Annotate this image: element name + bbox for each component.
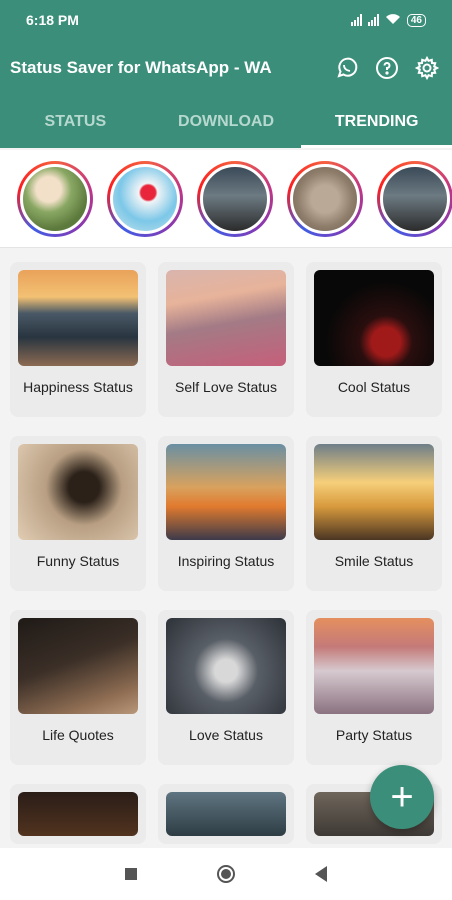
category-card-inspiring[interactable]: Inspiring Status bbox=[158, 436, 294, 591]
tab-status[interactable]: STATUS bbox=[0, 96, 151, 148]
category-card-partial-1[interactable] bbox=[10, 784, 146, 844]
app-title: Status Saver for WhatsApp - WA bbox=[10, 58, 272, 77]
story-3[interactable] bbox=[197, 160, 273, 237]
category-thumbnail bbox=[18, 270, 138, 366]
category-thumbnail bbox=[166, 444, 286, 540]
category-thumbnail bbox=[166, 792, 286, 836]
category-thumbnail bbox=[18, 792, 138, 836]
category-label: Love Status bbox=[189, 727, 263, 743]
category-grid: Happiness Status Self Love Status Cool S… bbox=[10, 262, 442, 844]
category-card-life-quotes[interactable]: Life Quotes bbox=[10, 610, 146, 765]
help-icon[interactable] bbox=[374, 55, 400, 81]
tab-bar: STATUS DOWNLOAD TRENDING bbox=[0, 96, 452, 148]
category-label: Life Quotes bbox=[42, 727, 114, 743]
category-thumbnail bbox=[166, 270, 286, 366]
category-card-self-love[interactable]: Self Love Status bbox=[158, 262, 294, 417]
category-thumbnail bbox=[314, 444, 434, 540]
home-icon[interactable] bbox=[217, 865, 235, 883]
category-label: Happiness Status bbox=[23, 379, 133, 395]
story-1[interactable] bbox=[17, 160, 93, 237]
stories-row bbox=[0, 150, 452, 248]
story-5[interactable] bbox=[377, 160, 452, 237]
category-thumbnail bbox=[18, 444, 138, 540]
recents-icon[interactable] bbox=[125, 868, 137, 880]
add-button[interactable]: + bbox=[370, 765, 434, 829]
category-thumbnail bbox=[166, 618, 286, 714]
back-icon[interactable] bbox=[315, 866, 327, 882]
category-thumbnail bbox=[314, 618, 434, 714]
settings-icon[interactable] bbox=[414, 55, 440, 81]
category-label: Party Status bbox=[335, 727, 413, 743]
category-label: Self Love Status bbox=[175, 379, 277, 395]
category-label: Funny Status bbox=[36, 553, 120, 569]
signal-icon bbox=[350, 14, 362, 26]
category-label: Smile Status bbox=[334, 553, 414, 569]
system-icons: 46 bbox=[350, 12, 426, 28]
battery-level: 46 bbox=[406, 13, 426, 27]
system-nav-bar bbox=[0, 848, 452, 900]
story-4[interactable] bbox=[287, 160, 363, 237]
category-label: Inspiring Status bbox=[177, 553, 275, 569]
category-card-smile[interactable]: Smile Status bbox=[306, 436, 442, 591]
status-time: 6:18 PM bbox=[26, 12, 79, 28]
story-2[interactable] bbox=[107, 160, 183, 237]
wifi-icon bbox=[385, 12, 401, 28]
category-card-happiness[interactable]: Happiness Status bbox=[10, 262, 146, 417]
category-thumbnail bbox=[314, 270, 434, 366]
category-card-funny[interactable]: Funny Status bbox=[10, 436, 146, 591]
tab-download[interactable]: DOWNLOAD bbox=[151, 96, 302, 148]
category-thumbnail bbox=[18, 618, 138, 714]
app-bar: Status Saver for WhatsApp - WA bbox=[0, 40, 452, 96]
whatsapp-icon[interactable] bbox=[334, 55, 360, 81]
category-card-party[interactable]: Party Status bbox=[306, 610, 442, 765]
category-label: Cool Status bbox=[337, 379, 411, 395]
signal-icon-2 bbox=[367, 14, 379, 26]
category-card-love[interactable]: Love Status bbox=[158, 610, 294, 765]
tab-trending[interactable]: TRENDING bbox=[301, 96, 452, 148]
category-card-partial-2[interactable] bbox=[158, 784, 294, 844]
category-card-cool[interactable]: Cool Status bbox=[306, 262, 442, 417]
status-bar: 6:18 PM 46 bbox=[0, 0, 452, 40]
